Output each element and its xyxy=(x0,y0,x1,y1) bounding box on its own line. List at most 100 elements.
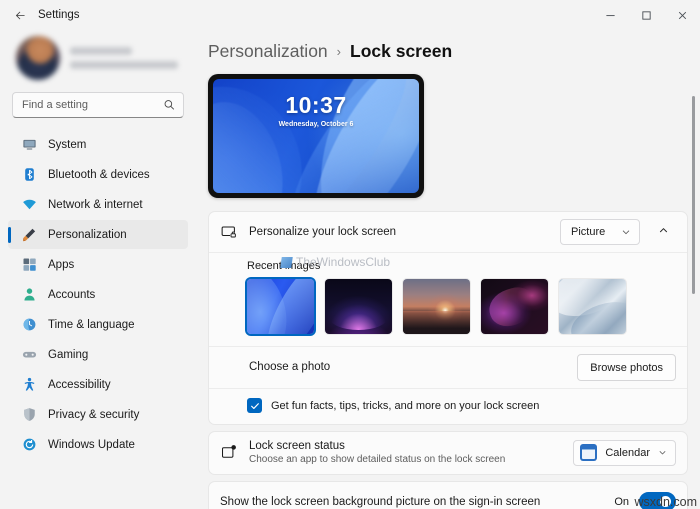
recent-image-thumbnail[interactable] xyxy=(247,279,314,334)
lock-screen-status-card: Lock screen status Choose an app to show… xyxy=(208,431,688,475)
minimize-button[interactable] xyxy=(592,0,628,30)
personalize-controls: Picture xyxy=(560,219,676,245)
content-pane: Personalization › Lock screen 10:37 Wedn… xyxy=(196,30,700,509)
choose-photo-texts: Choose a photo xyxy=(249,360,566,374)
sidebar-item-system[interactable]: System xyxy=(8,130,188,159)
status-app-dropdown[interactable]: Calendar xyxy=(573,439,676,466)
fun-facts-label: Get fun facts, tips, tricks, and more on… xyxy=(271,399,540,412)
lock-screen-status-subtitle: Choose an app to show detailed status on… xyxy=(249,454,506,466)
sidebar-item-label: Windows Update xyxy=(48,438,135,451)
sidebar-item-gaming[interactable]: Gaming xyxy=(8,340,188,369)
person-icon xyxy=(21,287,37,303)
search-box[interactable] xyxy=(12,92,184,118)
sidebar-item-network-internet[interactable]: Network & internet xyxy=(8,190,188,219)
spacer-icon xyxy=(220,359,238,377)
apps-icon xyxy=(21,257,37,273)
account-text xyxy=(70,47,182,69)
lock-screen-status-row[interactable]: Lock screen status Choose an app to show… xyxy=(209,432,687,474)
monitor-icon xyxy=(21,137,37,153)
bluetooth-icon xyxy=(21,167,37,183)
maximize-icon xyxy=(641,10,651,20)
lock-screen-preview: 10:37 Wednesday, October 6 xyxy=(208,74,424,198)
page-title: Lock screen xyxy=(350,41,453,61)
recent-images-label: Recent images xyxy=(247,260,321,272)
close-button[interactable] xyxy=(664,0,700,30)
search-input[interactable] xyxy=(12,92,184,118)
breadcrumb-parent-link[interactable]: Personalization xyxy=(208,41,328,62)
status-app-value: Calendar xyxy=(605,446,650,459)
choose-photo-label: Choose a photo xyxy=(249,361,331,374)
signin-toggle-state-label: On xyxy=(614,495,629,508)
signin-background-controls: On xyxy=(614,492,676,509)
lock-screen-type-dropdown[interactable]: Picture xyxy=(560,219,640,245)
signin-background-card: Show the lock screen background picture … xyxy=(208,480,688,509)
fun-facts-row[interactable]: Get fun facts, tips, tricks, and more on… xyxy=(209,388,687,424)
recent-image-thumbnail[interactable] xyxy=(481,279,548,334)
lock-screen-status-controls: Calendar xyxy=(573,439,676,466)
clock-globe-icon xyxy=(21,317,37,333)
breadcrumb: Personalization › Lock screen xyxy=(204,30,700,74)
sidebar-item-label: Accessibility xyxy=(48,378,111,391)
choose-photo-row: Choose a photo Browse photos xyxy=(209,346,687,388)
content-scrollbar[interactable] xyxy=(689,96,697,509)
preview-wallpaper: 10:37 Wednesday, October 6 xyxy=(213,79,419,193)
account-block[interactable] xyxy=(8,30,188,90)
fun-facts-checkbox[interactable] xyxy=(247,398,262,413)
maximize-button[interactable] xyxy=(628,0,664,30)
toggle-knob xyxy=(660,496,671,508)
back-button[interactable] xyxy=(6,3,34,27)
breadcrumb-separator-icon: › xyxy=(336,44,341,59)
arrow-left-icon xyxy=(15,11,25,19)
account-name-redacted xyxy=(70,47,132,55)
sidebar-item-label: System xyxy=(48,138,87,151)
personalize-lock-screen-card: Personalize your lock screen Picture Rec… xyxy=(208,211,688,425)
sidebar-item-label: Accounts xyxy=(48,288,96,301)
wifi-icon xyxy=(21,197,37,213)
settings-window: Settings Find a setting System Bluetooth… xyxy=(0,0,700,509)
close-icon xyxy=(678,11,686,19)
recent-image-thumbnail[interactable] xyxy=(403,279,470,334)
settings-scroll-area: 10:37 Wednesday, October 6 Personalize y… xyxy=(204,74,700,509)
recent-image-thumbnail[interactable] xyxy=(325,279,392,334)
signin-background-texts: Show the lock screen background picture … xyxy=(220,495,603,509)
chevron-down-icon xyxy=(658,448,667,457)
paintbrush-icon xyxy=(21,227,37,243)
sidebar-item-bluetooth-devices[interactable]: Bluetooth & devices xyxy=(8,160,188,189)
sidebar-item-time-language[interactable]: Time & language xyxy=(8,310,188,339)
sidebar-item-apps[interactable]: Apps xyxy=(8,250,188,279)
sidebar-item-accessibility[interactable]: Accessibility xyxy=(8,370,188,399)
window-controls xyxy=(592,0,700,30)
personalize-title: Personalize your lock screen xyxy=(249,225,397,238)
sidebar-item-accounts[interactable]: Accounts xyxy=(8,280,188,309)
sidebar-item-label: Network & internet xyxy=(48,198,143,211)
window-body: System Bluetooth & devices xyxy=(0,30,700,509)
app-title: Settings xyxy=(38,9,80,21)
sidebar-item-label: Bluetooth & devices xyxy=(48,168,150,181)
sidebar-nav: System Bluetooth & devices Network & int… xyxy=(8,130,188,459)
chevron-up-icon xyxy=(658,223,669,241)
collapse-section-button[interactable] xyxy=(650,219,676,245)
checkmark-icon xyxy=(250,402,259,409)
accessibility-icon xyxy=(21,377,37,393)
choose-photo-controls: Browse photos xyxy=(577,354,676,381)
shield-icon xyxy=(21,407,37,423)
account-email-redacted xyxy=(70,61,178,69)
title-bar: Settings xyxy=(0,0,700,30)
search-icon xyxy=(163,99,176,112)
lock-screen-type-value: Picture xyxy=(571,226,606,238)
signin-background-toggle[interactable] xyxy=(639,492,676,509)
gamepad-icon xyxy=(21,347,37,363)
status-badge-icon xyxy=(220,444,238,462)
sidebar-item-privacy-security[interactable]: Privacy & security xyxy=(8,400,188,429)
sidebar-item-label: Apps xyxy=(48,258,75,271)
sidebar-item-personalization[interactable]: Personalization xyxy=(8,220,188,249)
preview-clock-block: 10:37 Wednesday, October 6 xyxy=(213,92,419,128)
sidebar-item-windows-update[interactable]: Windows Update xyxy=(8,430,188,459)
scrollbar-thumb[interactable] xyxy=(692,96,695,294)
signin-background-row: Show the lock screen background picture … xyxy=(209,482,687,509)
sidebar-item-label: Personalization xyxy=(48,228,127,241)
browse-photos-button[interactable]: Browse photos xyxy=(577,354,676,381)
lock-screen-status-title: Lock screen status xyxy=(249,440,345,452)
recent-image-thumbnail[interactable] xyxy=(559,279,626,334)
chevron-down-icon xyxy=(621,227,631,237)
